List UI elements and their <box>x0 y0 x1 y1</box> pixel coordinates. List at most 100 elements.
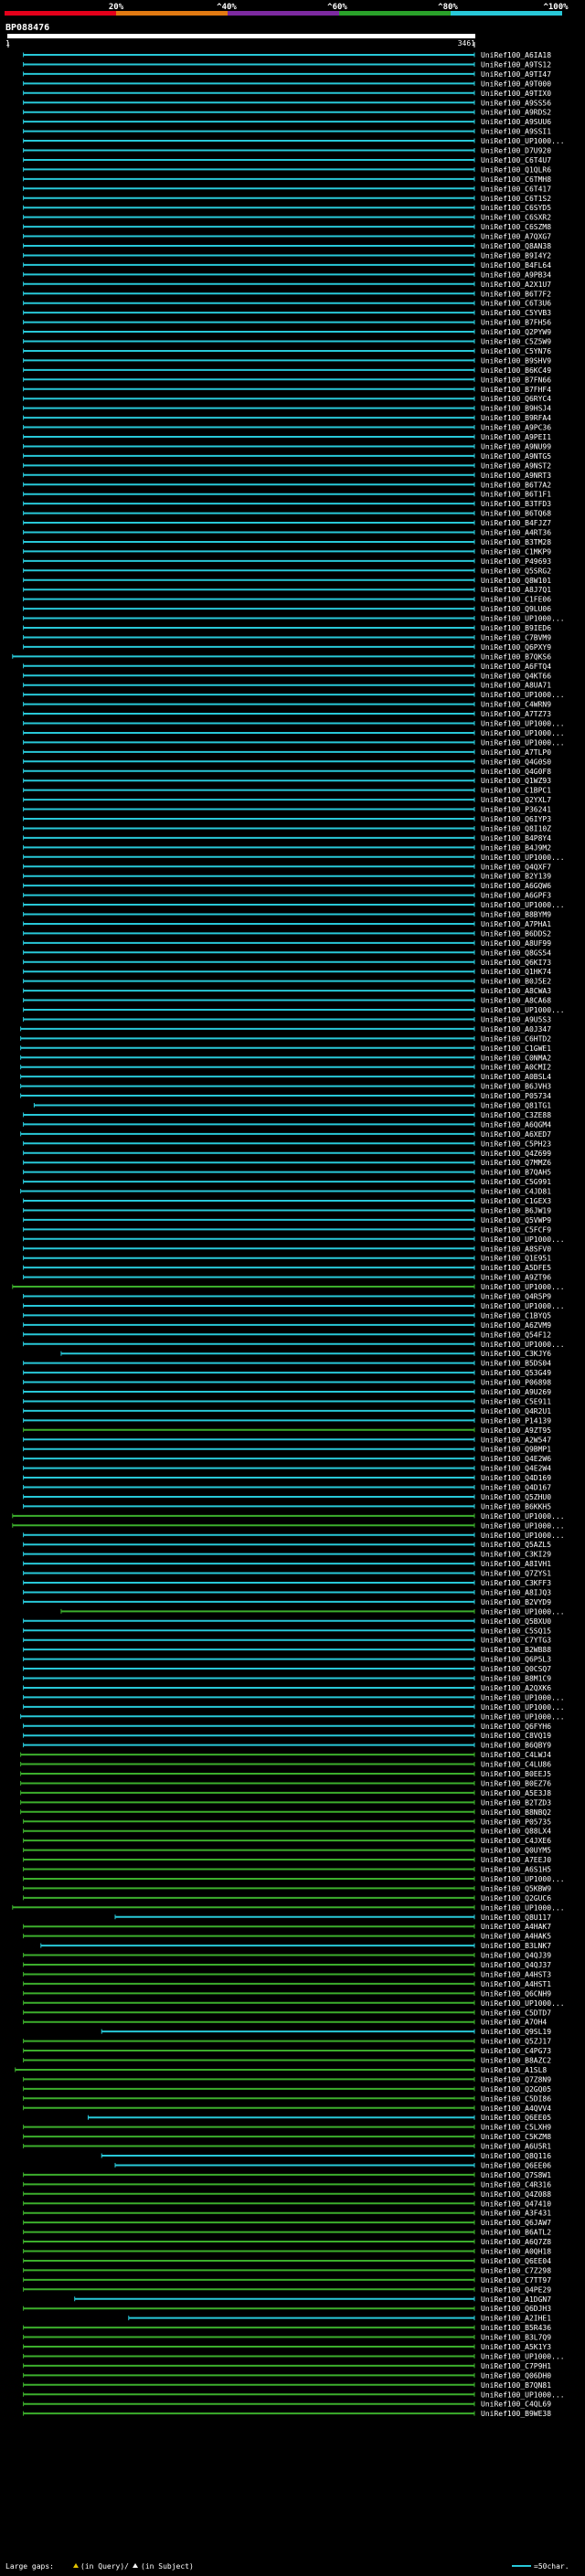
hit-label: UniRef100_C7TT97 <box>481 2276 551 2284</box>
hit-label: UniRef100_Q2PYW9 <box>481 328 551 336</box>
hit-label: UniRef100_Q1HK74 <box>481 968 551 976</box>
hit-label: UniRef100_UP1000... <box>481 738 565 747</box>
hit-label: UniRef100_UP1000... <box>481 691 565 699</box>
hit-label: UniRef100_B3TM28 <box>481 538 551 546</box>
hit-label: UniRef100_A7EEJ0 <box>481 1856 551 1864</box>
hit-label: UniRef100_A8UF99 <box>481 939 551 948</box>
hit-label: UniRef100_C6HTD2 <box>481 1034 551 1043</box>
hit-label: UniRef100_Q6PXY9 <box>481 643 551 652</box>
hit-label: UniRef100_B7FHF4 <box>481 386 551 394</box>
hit-label: UniRef100_Q4R2U1 <box>481 1407 551 1415</box>
hit-label: UniRef100_A9PC36 <box>481 424 551 432</box>
hit-label: UniRef100_Q4R5P9 <box>481 1293 551 1301</box>
hit-label: UniRef100_C7YTG3 <box>481 1637 551 1645</box>
hit-label: UniRef100_C7Z298 <box>481 2266 551 2274</box>
identity-scale-tick-label: ^40% <box>217 3 237 12</box>
hit-label: UniRef100_C6SYD5 <box>481 204 551 212</box>
hit-label: UniRef100_Q53G49 <box>481 1369 551 1377</box>
hit-label: UniRef100_C5G991 <box>481 1178 551 1186</box>
hit-label: UniRef100_Q47410 <box>481 2200 551 2208</box>
hit-label: UniRef100_A9ZT95 <box>481 1426 551 1435</box>
hit-label: UniRef100_UP1000... <box>481 1875 565 1883</box>
hit-label: UniRef100_Q4G0S0 <box>481 758 551 766</box>
hit-label: UniRef100_Q8AN38 <box>481 242 551 250</box>
hit-label: UniRef100_P05735 <box>481 1818 551 1826</box>
hit-label: UniRef100_B8AZC2 <box>481 2057 551 2065</box>
hit-label: UniRef100_B7FH56 <box>481 319 551 327</box>
hit-label: UniRef100_UP1000... <box>481 1607 565 1616</box>
identity-scale-tick-label: ^100% <box>543 3 569 12</box>
hit-label: UniRef100_B6JW19 <box>481 1206 551 1214</box>
hit-label: UniRef100_C1GEX3 <box>481 1197 551 1205</box>
hit-label: UniRef100_C5E911 <box>481 1397 551 1405</box>
hit-label: UniRef100_A9U269 <box>481 1388 551 1396</box>
hit-label: UniRef100_B8NBQ2 <box>481 1808 551 1817</box>
hit-label: UniRef100_B9SHV9 <box>481 356 551 365</box>
hit-label: UniRef100_B6T7F2 <box>481 290 551 298</box>
hit-label: UniRef100_C6SXR2 <box>481 214 551 222</box>
hit-label: UniRef100_Q1E951 <box>481 1255 551 1263</box>
hit-label: UniRef100_A9NRT3 <box>481 472 551 480</box>
hit-label: UniRef100_B6JVH3 <box>481 1083 551 1091</box>
hit-label: UniRef100_A6GPF3 <box>481 892 551 900</box>
hit-label: UniRef100_B3L7Q9 <box>481 2334 551 2342</box>
hit-label: UniRef100_C5YVB3 <box>481 309 551 317</box>
hit-label: UniRef100_A0BSL4 <box>481 1073 551 1081</box>
hit-label: UniRef100_A7OH4 <box>481 2019 547 2027</box>
hit-label: UniRef100_A4HST1 <box>481 1980 551 1988</box>
identity-scale-segment <box>5 11 116 16</box>
hit-label: UniRef100_Q1QLR6 <box>481 165 551 174</box>
hit-label: UniRef100_C4QL69 <box>481 2401 551 2409</box>
hit-label: UniRef100_B6T7A2 <box>481 481 551 489</box>
hit-label: UniRef100_Q6EE05 <box>481 2114 551 2122</box>
hit-label: UniRef100_B5DS04 <box>481 1360 551 1368</box>
hit-label: UniRef100_Q4Z699 <box>481 1150 551 1158</box>
hit-label: UniRef100_A0CMI2 <box>481 1064 551 1072</box>
hit-label: UniRef100_A7TLP0 <box>481 748 551 757</box>
hit-label: UniRef100_B6DDS2 <box>481 929 551 938</box>
hit-label: UniRef100_B9HSJ4 <box>481 405 551 413</box>
hit-label: UniRef100_A1DGN7 <box>481 2295 551 2304</box>
hit-label: UniRef100_Q2GQ05 <box>481 2085 551 2094</box>
hit-label: UniRef100_A9ZT96 <box>481 1274 551 1282</box>
hit-label: UniRef100_UP1000... <box>481 2390 565 2399</box>
hit-label: UniRef100_C1FE06 <box>481 596 551 604</box>
hit-label: UniRef100_A8SFV0 <box>481 1245 551 1253</box>
query-bar <box>7 34 475 38</box>
hit-label: UniRef100_A7QXG7 <box>481 233 551 241</box>
hit-label: UniRef100_A0QH18 <box>481 2248 551 2256</box>
hit-label: UniRef100_B2VYD9 <box>481 1598 551 1606</box>
hit-label: UniRef100_C6T4U7 <box>481 156 551 164</box>
hit-label: UniRef100_A4HAK5 <box>481 1933 551 1941</box>
hit-label: UniRef100_Q06DH0 <box>481 2371 551 2380</box>
hit-label: UniRef100_B7QAH5 <box>481 1169 551 1177</box>
hit-label: UniRef100_Q6KI73 <box>481 959 551 967</box>
hit-label: UniRef100_B0J5E2 <box>481 978 551 986</box>
hit-label: UniRef100_B3LNK7 <box>481 1942 551 1950</box>
large-gaps-subject-label: (in Subject) <box>141 2562 194 2571</box>
hit-label: UniRef100_A4HAK7 <box>481 1923 551 1931</box>
hit-label: UniRef100_Q0UYM5 <box>481 1847 551 1855</box>
hit-label: UniRef100_A9SS56 <box>481 99 551 107</box>
hit-label: UniRef100_Q9LU06 <box>481 605 551 613</box>
hit-label: UniRef100_A9T000 <box>481 80 551 88</box>
hit-label: UniRef100_A9PB34 <box>481 270 551 279</box>
hit-label: UniRef100_A8IVH1 <box>481 1560 551 1568</box>
hit-label: UniRef100_C1BPC1 <box>481 787 551 795</box>
hit-label: UniRef100_UP1000... <box>481 1999 565 2008</box>
hit-label: UniRef100_Q54F12 <box>481 1330 551 1339</box>
hit-label: UniRef100_A5E3J8 <box>481 1789 551 1797</box>
hit-label: UniRef100_B8BYM9 <box>481 911 551 919</box>
hit-label: UniRef100_Q8I10Z <box>481 824 551 832</box>
hit-label: UniRef100_Q9SL19 <box>481 2028 551 2036</box>
hit-label: UniRef100_UP1000... <box>481 1712 565 1721</box>
scale-label: =50char. <box>534 2562 569 2571</box>
hit-label: UniRef100_UP1000... <box>481 1521 565 1530</box>
hit-label: UniRef100_B7FN66 <box>481 376 551 384</box>
hit-label: UniRef100_Q4G0F8 <box>481 768 551 776</box>
hit-label: UniRef100_UP1000... <box>481 1532 565 1540</box>
hit-label: UniRef100_B3TFD3 <box>481 500 551 508</box>
hit-label: UniRef100_Q6P5L3 <box>481 1656 551 1664</box>
hit-label: UniRef100_Q81TG1 <box>481 1102 551 1110</box>
hit-label: UniRef100_B6KC49 <box>481 366 551 375</box>
